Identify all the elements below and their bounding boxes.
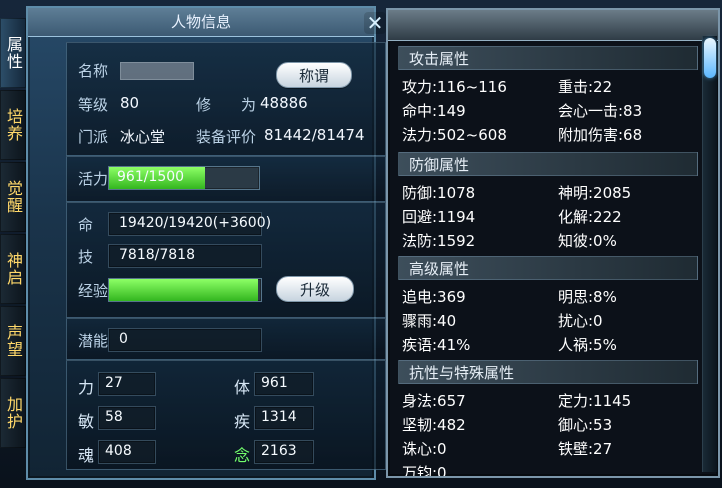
skill-slot: 7818/7818 xyxy=(108,244,262,268)
upgrade-button-label: 升级 xyxy=(299,280,330,299)
stat-ten-thousand: 万钧:0 xyxy=(402,464,447,476)
attr-power-slot: 27 xyxy=(98,372,156,396)
stat-mind-guard: 御心:53 xyxy=(558,416,613,434)
attr-soul-value: 408 xyxy=(105,443,132,459)
vitality-label: 活力 xyxy=(78,170,109,188)
stat-clarity: 明思:8% xyxy=(558,288,617,306)
attr-agility-label: 敏 xyxy=(78,412,95,431)
hp-slot: 19420/19420(+3600) xyxy=(108,212,271,236)
cultivation-label: 修 为 xyxy=(196,96,257,114)
vitality-text: 961/1500 xyxy=(117,169,185,185)
sect-label: 门派 xyxy=(78,128,109,146)
level-value: 80 xyxy=(120,94,140,112)
stat-calamity: 人祸:5% xyxy=(558,336,617,354)
attr-agility-slot: 58 xyxy=(98,406,156,430)
stat-critical: 会心一击:83 xyxy=(558,102,643,120)
attr-soul-slot: 408 xyxy=(98,440,156,464)
stat-body-technique: 身法:657 xyxy=(402,392,466,410)
attr-mind-value: 2163 xyxy=(261,443,297,459)
attr-power-label: 力 xyxy=(78,378,95,397)
side-tabs: 属性 培养 觉醒 神启 声望 加护 xyxy=(0,18,27,448)
upgrade-button[interactable]: 升级 xyxy=(276,276,354,302)
attr-body-value: 961 xyxy=(261,375,288,391)
stat-disrupt: 扰心:0 xyxy=(558,312,603,330)
stat-magic-defense: 法防:1592 xyxy=(402,232,476,250)
section-advanced-title: 高级属性 xyxy=(398,256,698,280)
stat-evasion: 回避:1194 xyxy=(402,208,476,226)
tab-protection[interactable]: 加护 xyxy=(0,378,27,448)
character-info-title: 人物信息 xyxy=(28,8,374,37)
attributes-detail-content: 攻击属性 攻力:116~116 重击:22 命中:149 会心一击:83 法力:… xyxy=(398,46,698,476)
stat-divine: 神明:2085 xyxy=(558,184,632,202)
stat-heart-strike: 诛心:0 xyxy=(402,440,447,458)
stat-insight: 知彼:0% xyxy=(558,232,617,250)
section-defense-title: 防御属性 xyxy=(398,152,698,176)
attr-body-slot: 961 xyxy=(254,372,314,396)
tab-attributes[interactable]: 属性 xyxy=(0,18,27,88)
close-icon: ✕ xyxy=(366,11,384,35)
equip-value: 81442/81474 xyxy=(264,126,365,144)
tab-awakening[interactable]: 觉醒 xyxy=(0,162,27,232)
stat-extra-damage: 附加伤害:68 xyxy=(558,126,643,144)
attr-mind-label: 念 xyxy=(234,446,251,465)
level-label: 等级 xyxy=(78,96,109,114)
title-button[interactable]: 称谓 xyxy=(276,62,352,88)
character-info-panel: 人物信息 ✕ 名称 称谓 等级 80 修 为 48886 门派 冰心堂 装备评价… xyxy=(26,6,386,480)
attributes-detail-panel: 攻击属性 攻力:116~116 重击:22 命中:149 会心一击:83 法力:… xyxy=(386,8,720,478)
tab-training[interactable]: 培养 xyxy=(0,90,27,160)
scrollbar[interactable] xyxy=(702,36,717,472)
exp-bar xyxy=(108,278,262,302)
section-attack-title: 攻击属性 xyxy=(398,46,698,70)
equip-label: 装备评价 xyxy=(196,128,257,146)
stat-defense: 防御:1078 xyxy=(402,184,476,202)
tab-reputation-label: 声望 xyxy=(4,324,23,358)
potential-value: 0 xyxy=(119,331,128,347)
stat-magic-power: 法力:502~608 xyxy=(402,126,507,144)
tab-training-label: 培养 xyxy=(4,108,23,142)
stat-chase-lightning: 追电:369 xyxy=(402,288,466,306)
scroll-thumb[interactable] xyxy=(704,38,716,78)
attr-swift-slot: 1314 xyxy=(254,406,314,430)
stat-attack-power: 攻力:116~116 xyxy=(402,78,507,96)
stat-iron-wall: 铁壁:27 xyxy=(558,440,613,458)
hp-text: 19420/19420(+3600) xyxy=(119,215,272,231)
tab-divine-label: 神启 xyxy=(4,252,23,286)
stat-composure: 定力:1145 xyxy=(558,392,632,410)
attr-swift-label: 疾 xyxy=(234,412,251,431)
attr-soul-label: 魂 xyxy=(78,446,95,465)
cultivation-value: 48886 xyxy=(260,94,308,112)
stat-accuracy: 命中:149 xyxy=(402,102,466,120)
name-label: 名称 xyxy=(78,62,109,80)
section-resist-title: 抗性与特殊属性 xyxy=(398,360,698,384)
attr-power-value: 27 xyxy=(105,375,123,391)
skill-text: 7818/7818 xyxy=(119,247,195,263)
vitality-bar: 961/1500 xyxy=(108,166,260,190)
tab-protection-label: 加护 xyxy=(4,396,23,430)
attr-agility-value: 58 xyxy=(105,409,123,425)
right-panel-header xyxy=(388,10,718,41)
title-button-label: 称谓 xyxy=(298,66,329,85)
stat-storm: 骤雨:40 xyxy=(402,312,457,330)
stat-toughness: 坚韧:482 xyxy=(402,416,466,434)
potential-slot: 0 xyxy=(108,328,262,352)
skill-label: 技 xyxy=(78,248,94,266)
attr-mind-slot: 2163 xyxy=(254,440,314,464)
exp-fill xyxy=(109,279,258,301)
stat-dissolve: 化解:222 xyxy=(558,208,622,226)
tab-reputation[interactable]: 声望 xyxy=(0,306,27,376)
exp-label: 经验 xyxy=(78,282,109,300)
tab-divine[interactable]: 神启 xyxy=(0,234,27,304)
close-button[interactable]: ✕ xyxy=(364,12,386,34)
name-value-blur xyxy=(120,62,194,80)
stat-heavy-hit: 重击:22 xyxy=(558,78,613,96)
stat-swift-words: 疾语:41% xyxy=(402,336,471,354)
attr-swift-value: 1314 xyxy=(261,409,297,425)
tab-awakening-label: 觉醒 xyxy=(4,180,23,214)
sect-value: 冰心堂 xyxy=(120,128,166,146)
hp-label: 命 xyxy=(78,216,94,234)
tab-attributes-label: 属性 xyxy=(4,36,23,70)
attr-body-label: 体 xyxy=(234,378,251,397)
potential-label: 潜能 xyxy=(78,332,109,350)
